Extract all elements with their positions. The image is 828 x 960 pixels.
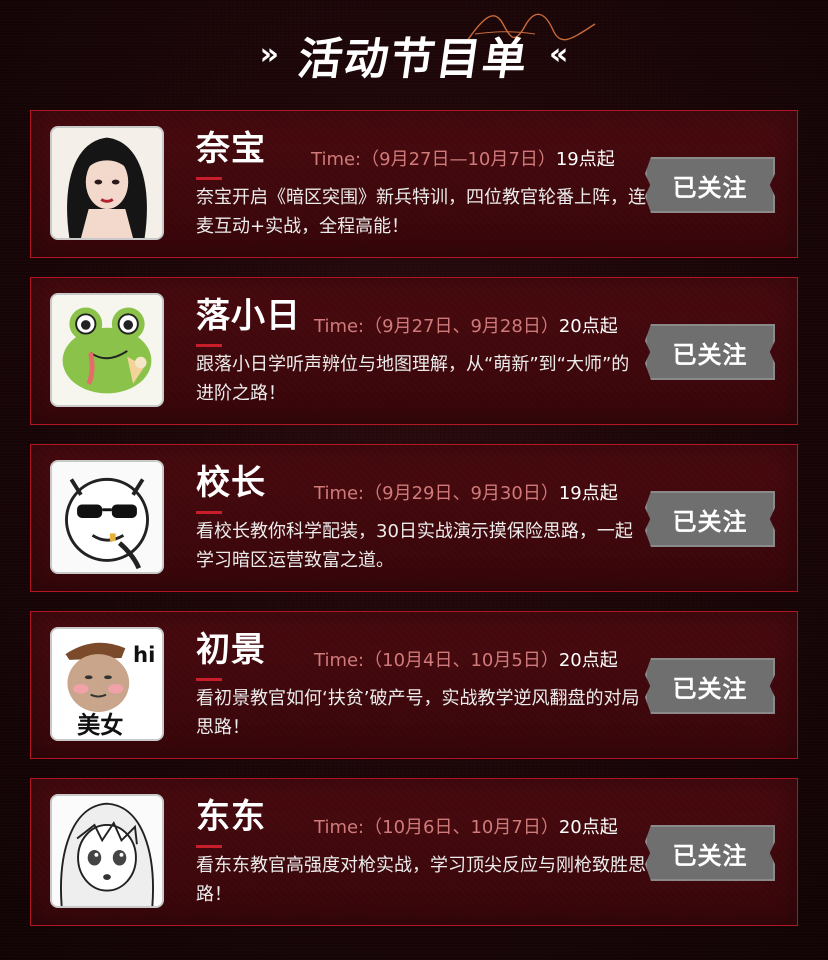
name-underline: [196, 344, 222, 347]
program-description: 看校长教你科学配装，30日实战演示摸保险思路，一起学习暗区运营致富之道。: [196, 521, 633, 571]
followed-button[interactable]: 已关注: [645, 658, 775, 714]
host-name: 奈宝: [196, 129, 266, 169]
name-underline: [196, 845, 222, 848]
host-name: 初景: [196, 630, 266, 670]
time-range: Time:（9月29日、9月30日）: [314, 483, 559, 504]
program-card: 校长 Time:（9月29日、9月30日）19点起 看校长教你科学配装，30日实…: [30, 444, 798, 592]
chevron-left-icon: «: [549, 37, 569, 72]
avatar: [50, 293, 164, 407]
host-name: 东东: [196, 797, 266, 837]
start-hour: 19点起: [555, 149, 615, 170]
avatar-hi-text: hi: [133, 643, 155, 668]
program-card: 东东 Time:（10月6日、10月7日）20点起 看东东教官高强度对枪实战，学…: [30, 778, 798, 926]
followed-button[interactable]: 已关注: [645, 825, 775, 881]
program-description: 看东东教官高强度对枪实战，学习顶尖反应与刚枪致胜思路！: [196, 855, 646, 905]
name-underline: [196, 678, 222, 681]
avatar: hi 美女: [50, 627, 164, 741]
schedule-time: Time:（10月4日、10月5日）20点起: [314, 649, 618, 673]
manga-girl-sketch-icon: [52, 796, 162, 906]
sunglasses-meme-face-icon: [52, 462, 162, 572]
time-range: Time:（10月4日、10月5日）: [314, 650, 559, 671]
page-title: 活动节目单: [294, 34, 532, 85]
header: » 活动节目单 «: [0, 0, 828, 100]
program-description: 跟落小日学听声辨位与地图理解，从“萌新”到“大师”的进阶之路！: [196, 354, 630, 404]
host-name: 落小日: [196, 296, 301, 336]
name-underline: [196, 177, 222, 180]
host-name: 校长: [196, 463, 266, 503]
program-card: 奈宝 Time:（9月27日—10月7日）19点起 奈宝开启《暗区突围》新兵特训…: [30, 110, 798, 258]
anime-girl-portrait-icon: [52, 128, 162, 238]
program-card: 落小日 Time:（9月27日、9月28日）20点起 跟落小日学听声辨位与地图理…: [30, 277, 798, 425]
hi-meme-portrait-icon: hi 美女: [52, 629, 162, 739]
followed-button[interactable]: 已关注: [645, 491, 775, 547]
chevron-right-icon: »: [259, 37, 279, 72]
start-hour: 20点起: [558, 316, 618, 337]
avatar-caption-text: 美女: [77, 712, 123, 739]
title-row: » 活动节目单 «: [0, 20, 828, 90]
name-underline: [196, 511, 222, 514]
green-frog-sticker-icon: [52, 295, 162, 405]
program-description: 奈宝开启《暗区突围》新兵特训，四位教官轮番上阵，连麦互动+实战，全程高能！: [196, 187, 646, 237]
start-hour: 20点起: [558, 817, 618, 838]
time-range: Time:（10月6日、10月7日）: [314, 817, 559, 838]
avatar: [50, 460, 164, 574]
program-description: 看初景教官如何‘扶贫’破产号，实战教学逆风翻盘的对局思路！: [196, 688, 640, 738]
program-list: 奈宝 Time:（9月27日—10月7日）19点起 奈宝开启《暗区突围》新兵特训…: [30, 110, 798, 945]
followed-button[interactable]: 已关注: [645, 324, 775, 380]
start-hour: 20点起: [558, 650, 618, 671]
start-hour: 19点起: [558, 483, 618, 504]
avatar: [50, 794, 164, 908]
schedule-time: Time:（10月6日、10月7日）20点起: [314, 816, 618, 840]
avatar: [50, 126, 164, 240]
schedule-time: Time:（9月29日、9月30日）19点起: [314, 482, 618, 506]
followed-button[interactable]: 已关注: [645, 157, 775, 213]
time-range: Time:（9月27日、9月28日）: [314, 316, 559, 337]
schedule-time: Time:（9月27日、9月28日）20点起: [314, 315, 618, 339]
time-range: Time:（9月27日—10月7日）: [311, 149, 556, 170]
schedule-time: Time:（9月27日—10月7日）19点起: [311, 148, 615, 172]
program-card: hi 美女 初景 Time:（10月4日、10月5日）20点起 看初景教官如何‘…: [30, 611, 798, 759]
